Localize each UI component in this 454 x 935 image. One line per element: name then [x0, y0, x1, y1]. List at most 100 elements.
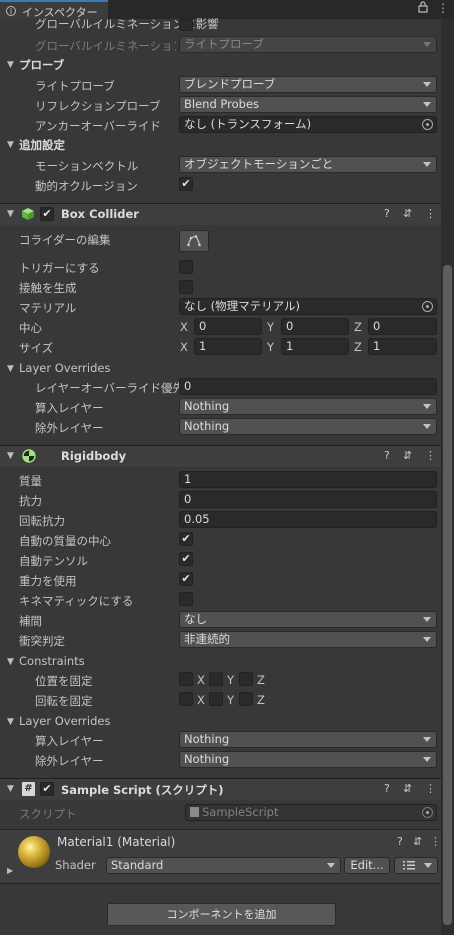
object-picker-icon[interactable] [422, 301, 433, 312]
collider-include-layers-dropdown[interactable]: Nothing [179, 398, 437, 415]
script-field: SampleScript [185, 804, 437, 821]
window-menu-icon[interactable]: ⋮ [437, 1, 449, 15]
rigidbody-layer-overrides-fold-icon[interactable]: ▼ [7, 717, 14, 727]
light-probes-dropdown[interactable]: ブレンドプローブ [179, 76, 437, 93]
collider-material-field[interactable]: なし (物理マテリアル) [179, 298, 437, 315]
freeze-position-z-checkbox[interactable] [239, 672, 253, 686]
component-menu-icon[interactable]: ⋮ [425, 782, 436, 795]
collider-layer-overrides-header[interactable]: Layer Overrides [19, 361, 110, 375]
additional-header[interactable]: 追加設定 [19, 137, 65, 153]
additional-fold-icon[interactable]: ▼ [7, 140, 14, 150]
box-collider-fold-icon[interactable]: ▼ [7, 209, 14, 219]
collision-detection-dropdown[interactable]: 非連続的 [179, 631, 437, 648]
presets-icon[interactable]: ⇵ [413, 835, 422, 848]
center-y-axis-label: Y [267, 320, 275, 334]
freeze-rotation-y-label: Y [227, 693, 235, 707]
gi-receive-dropdown: ライトプローブ [179, 36, 437, 53]
object-picker-icon [422, 807, 433, 818]
dynamic-occlusion-checkbox[interactable]: ✔ [179, 177, 193, 191]
freeze-rotation-x-checkbox[interactable] [179, 692, 193, 706]
box-collider-header[interactable]: ▼ ✔ Box Collider ? ⇵ ⋮ [0, 203, 441, 225]
list-icon [403, 861, 415, 870]
freeze-rotation-x-label: X [197, 693, 205, 707]
shader-options-dropdown[interactable] [394, 857, 438, 874]
freeze-position-x-checkbox[interactable] [179, 672, 193, 686]
scrollbar-thumb[interactable] [443, 265, 452, 925]
rigidbody-fold-icon[interactable]: ▼ [7, 451, 14, 461]
material-header[interactable]: ▶ Material1 (Material) ? ⇵ ⋮ Shader Stan… [0, 830, 441, 882]
is-trigger-checkbox[interactable] [179, 260, 193, 274]
presets-icon[interactable]: ⇵ [403, 782, 412, 795]
freeze-position-y-checkbox[interactable] [209, 672, 223, 686]
reflection-probes-dropdown[interactable]: Blend Probes [179, 96, 437, 113]
material-fold-icon[interactable]: ▶ [7, 866, 13, 875]
size-y-field[interactable]: 1 [281, 338, 349, 355]
box-collider-enabled-checkbox[interactable]: ✔ [40, 207, 54, 221]
rigidbody-layer-overrides-header[interactable]: Layer Overrides [19, 714, 110, 728]
center-x-field[interactable]: 0 [194, 318, 262, 335]
probes-fold-icon[interactable]: ▼ [7, 60, 14, 70]
constraints-header[interactable]: Constraints [19, 654, 85, 668]
object-picker-icon[interactable] [422, 119, 433, 130]
shader-edit-button[interactable]: Edit... [344, 857, 390, 874]
edit-collider-button[interactable] [179, 230, 209, 252]
drag-field[interactable]: 0 [179, 491, 437, 508]
rigidbody-header[interactable]: ▼ Rigidbody ? ⇵ ⋮ [0, 445, 441, 467]
sample-script-header[interactable]: ▼ # ✔ Sample Script (スクリプト) ? ⇵ ⋮ [0, 778, 441, 800]
size-z-field[interactable]: 1 [368, 338, 437, 355]
sample-script-fold-icon[interactable]: ▼ [7, 784, 14, 794]
freeze-position-x-label: X [197, 673, 205, 687]
reflection-probes-label: リフレクションプローブ [35, 99, 161, 113]
angular-drag-field[interactable]: 0.05 [179, 511, 437, 528]
help-icon[interactable]: ? [384, 207, 390, 220]
probes-header[interactable]: プローブ [19, 57, 64, 73]
gi-receive-label: グローバルイルミネーションを受け取る [35, 39, 176, 53]
edit-collider-label: コライダーの編集 [19, 233, 111, 247]
mass-field[interactable]: 1 [179, 471, 437, 488]
center-z-field[interactable]: 0 [368, 318, 437, 335]
size-x-field[interactable]: 1 [194, 338, 262, 355]
center-z-axis-label: Z [354, 320, 362, 334]
component-menu-icon[interactable]: ⋮ [430, 835, 441, 848]
collider-exclude-layers-dropdown[interactable]: Nothing [179, 418, 437, 435]
box-collider-title: Box Collider [61, 207, 139, 221]
rigidbody-include-layers-dropdown[interactable]: Nothing [179, 731, 437, 748]
help-icon[interactable]: ? [384, 782, 390, 795]
rigidbody-exclude-layers-dropdown[interactable]: Nothing [179, 751, 437, 768]
freeze-rotation-y-checkbox[interactable] [209, 692, 223, 706]
component-menu-icon[interactable]: ⋮ [425, 207, 436, 220]
use-gravity-checkbox[interactable]: ✔ [179, 572, 193, 586]
auto-center-of-mass-checkbox[interactable]: ✔ [179, 532, 193, 546]
presets-icon[interactable]: ⇵ [403, 207, 412, 220]
is-kinematic-checkbox[interactable] [179, 592, 193, 606]
center-label: 中心 [19, 321, 42, 335]
auto-center-of-mass-label: 自動の質量の中心 [19, 534, 111, 548]
layer-override-priority-field[interactable]: 0 [179, 378, 437, 395]
auto-tensor-checkbox[interactable]: ✔ [179, 552, 193, 566]
provides-contacts-label: 接触を生成 [19, 281, 77, 295]
provides-contacts-checkbox[interactable] [179, 280, 193, 294]
info-icon: i [6, 6, 16, 16]
use-gravity-label: 重力を使用 [19, 574, 77, 588]
lock-icon[interactable] [418, 1, 428, 16]
anchor-override-field[interactable]: なし (トランスフォーム) [179, 116, 437, 133]
freeze-rotation-z-checkbox[interactable] [239, 692, 253, 706]
center-y-field[interactable]: 0 [281, 318, 349, 335]
shader-label: Shader [55, 858, 96, 872]
sample-script-enabled-checkbox[interactable]: ✔ [40, 782, 54, 796]
interpolate-dropdown[interactable]: なし [179, 611, 437, 628]
help-icon[interactable]: ? [397, 835, 403, 848]
box-collider-icon [21, 207, 35, 224]
collision-detection-label: 衝突判定 [19, 634, 65, 648]
component-menu-icon[interactable]: ⋮ [425, 449, 436, 462]
constraints-fold-icon[interactable]: ▼ [7, 657, 14, 667]
auto-tensor-label: 自動テンソル [19, 554, 88, 568]
help-icon[interactable]: ? [384, 449, 390, 462]
gi-affect-checkbox[interactable] [179, 19, 193, 31]
presets-icon[interactable]: ⇵ [403, 449, 412, 462]
motion-vectors-dropdown[interactable]: オブジェクトモーションごと [179, 156, 437, 173]
shader-dropdown[interactable]: Standard [106, 857, 341, 874]
collider-layer-overrides-fold-icon[interactable]: ▼ [7, 364, 14, 374]
anchor-override-label: アンカーオーバーライド [35, 119, 161, 133]
add-component-button[interactable]: コンポーネントを追加 [107, 903, 336, 926]
